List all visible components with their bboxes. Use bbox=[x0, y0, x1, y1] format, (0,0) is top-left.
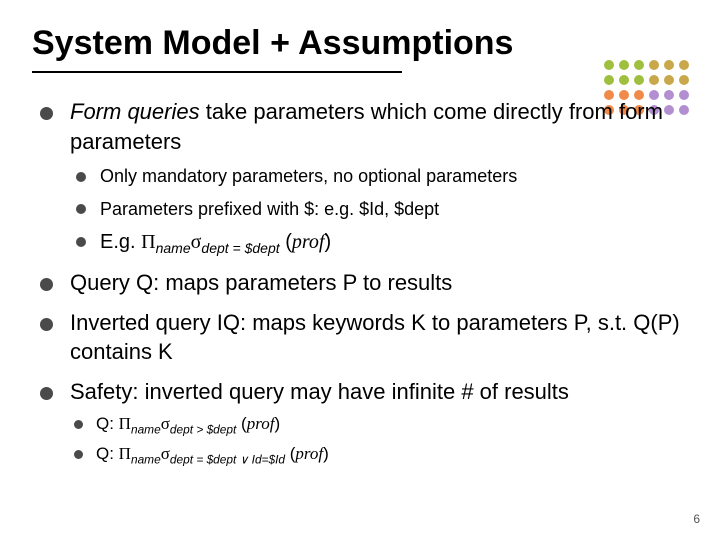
sub-example-formula: E.g. Πnameσdept = $dept (prof) bbox=[70, 229, 688, 258]
q2-pi: Π bbox=[119, 444, 131, 463]
q1-sigma: σ bbox=[161, 414, 170, 433]
q1-paren-open: ( bbox=[236, 414, 246, 433]
dot-icon bbox=[619, 60, 629, 70]
page-number: 6 bbox=[693, 512, 700, 526]
sub-prefixed: Parameters prefixed with $: e.g. $Id, $d… bbox=[70, 197, 688, 221]
q2-pi-sub: name bbox=[131, 453, 161, 467]
dot-icon bbox=[649, 75, 659, 85]
bullet-inverted-query: Inverted query IQ: maps keywords K to pa… bbox=[32, 308, 688, 367]
title-rule-row bbox=[32, 71, 688, 73]
dot-icon bbox=[679, 75, 689, 85]
q2-sigma-sub: dept = $dept ∨ Id=$Id bbox=[170, 453, 285, 467]
safety-sublist: Q: Πnameσdept > $dept (prof) Q: Πnameσde… bbox=[70, 413, 688, 468]
prof-arg: prof bbox=[292, 231, 325, 253]
dot-icon bbox=[664, 60, 674, 70]
title-rule bbox=[32, 71, 402, 73]
q1-pi-sub: name bbox=[131, 422, 161, 436]
content-body: Form queries take parameters which come … bbox=[32, 97, 688, 468]
eg-prefix: E.g. bbox=[100, 231, 141, 253]
safety-q2: Q: Πnameσdept = $dept ∨ Id=$Id (prof) bbox=[70, 443, 688, 467]
safety-q1: Q: Πnameσdept > $dept (prof) bbox=[70, 413, 688, 437]
form-queries-sublist: Only mandatory parameters, no optional p… bbox=[70, 164, 688, 257]
q1-prof: prof bbox=[247, 414, 275, 433]
slide-title: System Model + Assumptions bbox=[32, 24, 688, 63]
q2-prefix: Q: bbox=[96, 444, 119, 463]
q2-prof: prof bbox=[295, 444, 323, 463]
q1-prefix: Q: bbox=[96, 414, 119, 433]
q1-sigma-sub: dept > $dept bbox=[170, 422, 236, 436]
safety-text: Safety: inverted query may have infinite… bbox=[70, 379, 569, 404]
sigma-symbol: σ bbox=[191, 231, 202, 253]
dot-icon bbox=[634, 60, 644, 70]
q2-paren-close: ) bbox=[323, 444, 329, 463]
q1-pi: Π bbox=[119, 414, 131, 433]
paren-close: ) bbox=[324, 231, 331, 253]
dot-icon bbox=[619, 75, 629, 85]
form-queries-lead-italic: Form queries bbox=[70, 99, 200, 124]
dot-icon bbox=[649, 60, 659, 70]
bullet-form-queries: Form queries take parameters which come … bbox=[32, 97, 688, 258]
dot-icon bbox=[679, 60, 689, 70]
dot-icon bbox=[604, 60, 614, 70]
q2-paren-open: ( bbox=[285, 444, 295, 463]
dot-icon bbox=[664, 75, 674, 85]
dot-icon bbox=[634, 75, 644, 85]
dot-icon bbox=[604, 75, 614, 85]
q1-paren-close: ) bbox=[274, 414, 280, 433]
sigma-subscript: dept = $dept bbox=[201, 240, 279, 256]
pi-symbol: Π bbox=[141, 231, 155, 253]
bullet-list-top: Form queries take parameters which come … bbox=[32, 97, 688, 468]
bullet-query-q: Query Q: maps parameters P to results bbox=[32, 268, 688, 298]
paren-open: ( bbox=[280, 231, 292, 253]
slide: System Model + Assumptions Form queries … bbox=[0, 0, 720, 540]
bullet-safety: Safety: inverted query may have infinite… bbox=[32, 377, 688, 468]
sub-mandatory: Only mandatory parameters, no optional p… bbox=[70, 164, 688, 188]
pi-subscript: name bbox=[156, 240, 191, 256]
q2-sigma: σ bbox=[161, 444, 170, 463]
